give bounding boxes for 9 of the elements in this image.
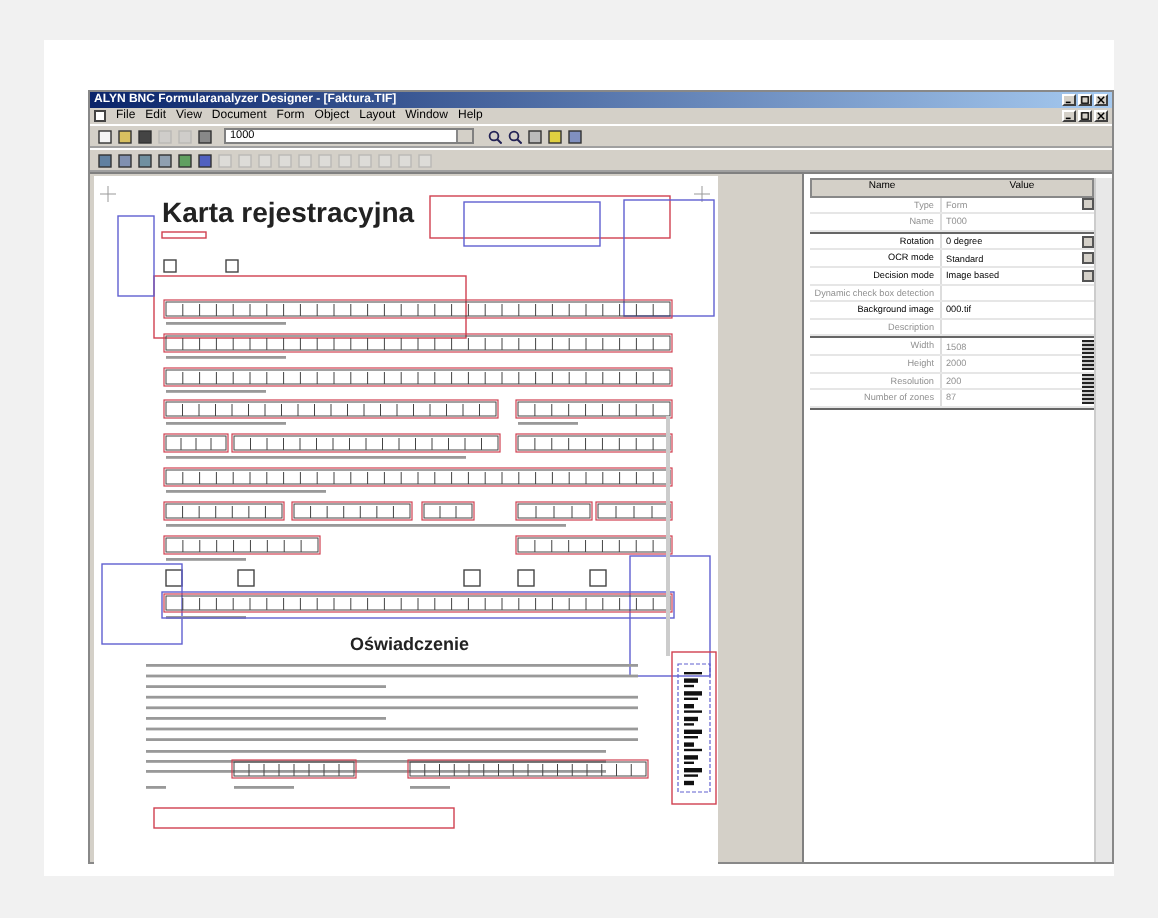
zoom-in-icon[interactable] <box>486 128 502 144</box>
minimize-button[interactable] <box>1062 94 1076 106</box>
document-icon[interactable] <box>94 110 106 122</box>
zoom-out-icon[interactable] <box>506 128 522 144</box>
close-button[interactable] <box>1094 94 1108 106</box>
section-title: Oświadczenie <box>350 634 470 654</box>
close-button[interactable] <box>1094 110 1108 122</box>
form-title: Karta rejestracyjna <box>162 196 415 228</box>
minimize-button[interactable] <box>1062 110 1076 122</box>
